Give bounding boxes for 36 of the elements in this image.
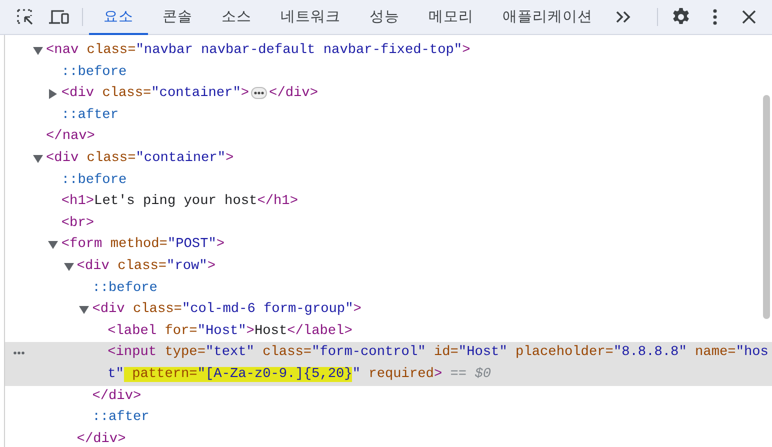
code-text: <div class="row"> bbox=[76, 258, 217, 276]
code-text: </div> bbox=[76, 430, 127, 447]
panel-tab[interactable]: 콘솔 bbox=[148, 0, 207, 35]
caret-down-icon[interactable] bbox=[64, 262, 74, 272]
code-text: <br> bbox=[61, 214, 96, 233]
code-text: <div class="container"> bbox=[61, 86, 250, 102]
caret-down-icon[interactable] bbox=[79, 304, 90, 315]
code-text: ::before bbox=[92, 280, 158, 298]
caret-down-icon[interactable] bbox=[33, 46, 43, 56]
code-text: <div class="container"> bbox=[46, 150, 235, 168]
code-text: </div> bbox=[269, 86, 318, 102]
panel-tab[interactable]: 메모리 bbox=[414, 0, 488, 35]
more-options-icon[interactable] bbox=[13, 351, 25, 356]
code-text: </div> bbox=[92, 388, 142, 406]
caret-right-icon[interactable] bbox=[48, 88, 58, 99]
panel-tab[interactable]: 요소 bbox=[89, 0, 148, 35]
code-text: <label for="Host">Host</label> bbox=[108, 322, 354, 341]
panel-tab[interactable]: 애플리케이션 bbox=[488, 0, 607, 35]
code-text: ::after bbox=[61, 106, 120, 125]
panel-tab[interactable]: 성능 bbox=[355, 0, 414, 35]
ellipsis-button[interactable] bbox=[251, 86, 268, 99]
code-text: <input type="text" class="form-control" id="Host" placeholder="8.8.8.8" name="host" pattern="[A-Za-z0-9.]{5,20}" required> == $0 bbox=[108, 344, 770, 384]
ellipsis-icon bbox=[254, 90, 264, 95]
code-text: <h1>Let's ping your host</h1> bbox=[61, 193, 299, 212]
code-text: <div class="col-md-6 form-group"> bbox=[92, 301, 362, 320]
scrollbar-thumb[interactable] bbox=[763, 95, 770, 319]
caret-down-icon[interactable] bbox=[48, 240, 58, 250]
code-text: </nav> bbox=[46, 128, 96, 146]
code-text: ::before bbox=[61, 172, 128, 190]
panel-tab[interactable]: 네트워크 bbox=[266, 0, 355, 35]
caret-down-icon[interactable] bbox=[33, 154, 43, 164]
code-text: <nav class="navbar navbar-default navbar-fixed-top"> bbox=[46, 42, 472, 60]
code-text: <form method="POST"> bbox=[61, 236, 226, 254]
panel-tab[interactable]: 소스 bbox=[207, 0, 266, 35]
code-text: ::after bbox=[92, 409, 150, 428]
code-text: ::before bbox=[61, 64, 128, 82]
